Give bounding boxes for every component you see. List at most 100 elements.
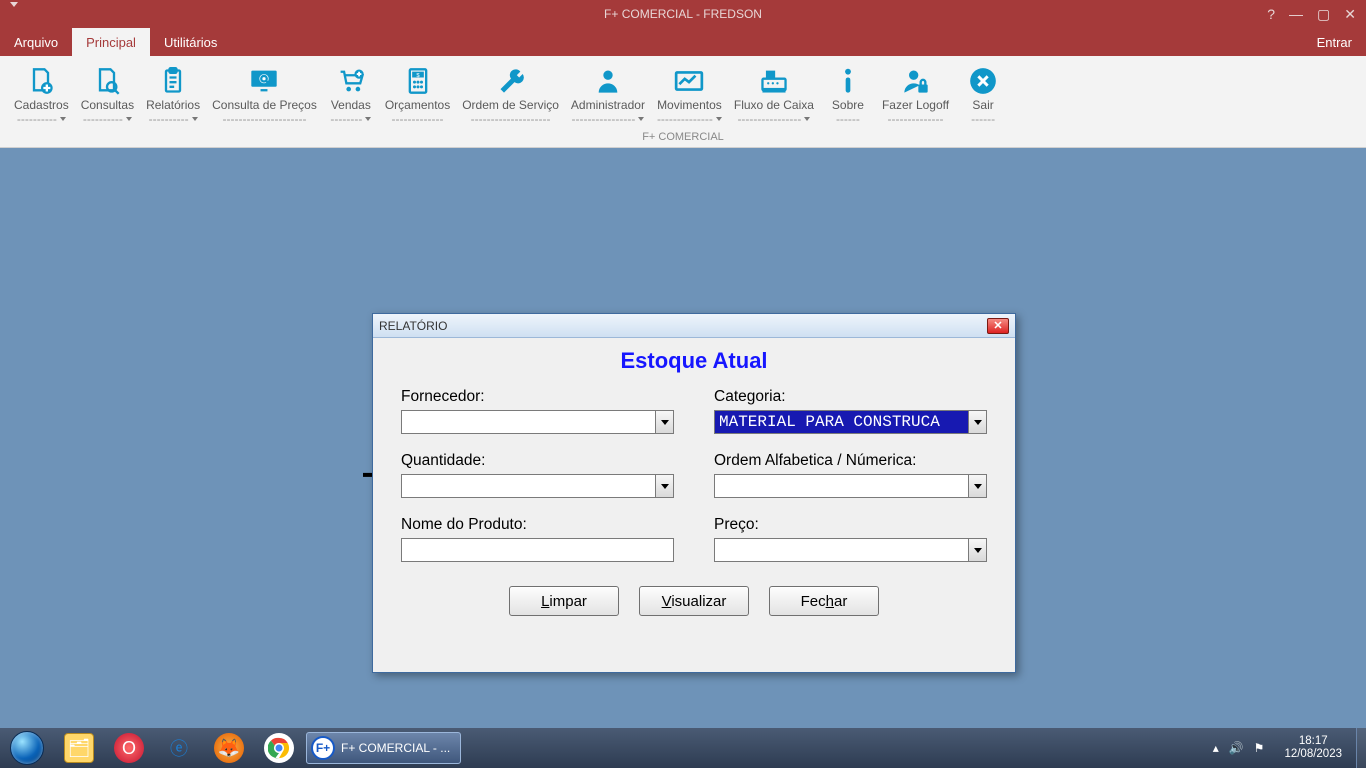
ribbon-item-sair[interactable]: Sair------ (955, 62, 1011, 128)
close-icon[interactable]: ✕ (1344, 6, 1356, 23)
label-categoria: Categoria: (714, 388, 987, 406)
tray-volume-icon[interactable]: 🔊 (1229, 741, 1244, 755)
ribbon-item-dashes[interactable]: ---------- (149, 112, 198, 126)
ribbon-item-sobre[interactable]: Sobre------ (820, 62, 876, 128)
chevron-down-icon (192, 117, 198, 121)
ribbon-item-dashes[interactable]: ---------------- (737, 112, 810, 126)
ribbon-item-dashes[interactable]: ---------- (17, 112, 66, 126)
window-titlebar: F+ COMERCIAL - FREDSON ? — ▢ ✕ (0, 0, 1366, 28)
input-nome-produto[interactable] (402, 539, 673, 561)
taskbar-app-button[interactable]: F+ F+ COMERCIAL - ... (306, 732, 461, 764)
ribbon-item-label: Consulta de Preços (212, 98, 317, 112)
tray-chevron-icon[interactable]: ▴ (1213, 741, 1219, 755)
quick-access-toolbar[interactable] (0, 7, 60, 21)
ribbon-item-movimentos[interactable]: Movimentos-------------- (651, 62, 728, 128)
chevron-down-icon (661, 420, 669, 425)
workspace: SISTEMA DE GERENCIAMENTO COMERCIAL www.f… (0, 148, 1366, 728)
ribbon-item-ordem-de-servi-o[interactable]: Ordem de Serviço-------------------- (456, 62, 565, 128)
minimize-icon[interactable]: — (1289, 6, 1303, 23)
visualizar-button[interactable]: Visualizar (639, 586, 749, 616)
dialog-titlebar[interactable]: RELATÓRIO ✕ (373, 314, 1015, 338)
search-doc-icon (93, 64, 121, 98)
dialog-close-button[interactable]: ✕ (987, 318, 1009, 334)
tab-arquivo[interactable]: Arquivo (0, 28, 72, 56)
show-desktop-button[interactable] (1356, 728, 1366, 768)
input-preco[interactable] (715, 539, 968, 561)
dropdown-button[interactable] (655, 475, 673, 497)
chevron-down-icon (804, 117, 810, 121)
input-categoria[interactable] (715, 411, 968, 433)
monitor-search-icon (249, 64, 279, 98)
ribbon-item-label: Orçamentos (385, 98, 450, 112)
ribbon-item-consulta-de-pre-os[interactable]: Consulta de Preços--------------------- (206, 62, 323, 128)
combo-quantidade[interactable] (401, 474, 674, 498)
combo-fornecedor[interactable] (401, 410, 674, 434)
tab-utilitarios[interactable]: Utilitários (150, 28, 231, 56)
plus-doc-icon (27, 64, 55, 98)
ribbon-item-dashes: -------------- (888, 112, 944, 126)
pinned-firefox[interactable]: 🦊 (204, 728, 254, 768)
ribbon-item-dashes[interactable]: -------------- (657, 112, 722, 126)
combo-ordem[interactable] (714, 474, 987, 498)
opera-icon: O (114, 733, 144, 763)
firefox-icon: 🦊 (214, 733, 244, 763)
ribbon-item-or-amentos[interactable]: $Orçamentos------------- (379, 62, 456, 128)
ribbon-item-relat-rios[interactable]: Relatórios---------- (140, 62, 206, 128)
dropdown-button[interactable] (968, 475, 986, 497)
combo-categoria[interactable] (714, 410, 987, 434)
input-quantidade[interactable] (402, 475, 655, 497)
qat-caret-icon[interactable] (10, 7, 18, 21)
textbox-nome-produto[interactable] (401, 538, 674, 562)
ribbon-item-fazer-logoff[interactable]: Fazer Logoff-------------- (876, 62, 955, 128)
ribbon-item-vendas[interactable]: Vendas-------- (323, 62, 379, 128)
chevron-down-icon (716, 117, 722, 121)
pinned-explorer[interactable]: 🗂 (54, 728, 104, 768)
ribbon-item-dashes[interactable]: -------- (330, 112, 371, 126)
chart-icon (674, 64, 704, 98)
ribbon-item-dashes: ------ (836, 112, 860, 126)
pinned-chrome[interactable] (254, 728, 304, 768)
dropdown-button[interactable] (968, 411, 986, 433)
maximize-icon[interactable]: ▢ (1317, 6, 1330, 23)
ribbon-item-consultas[interactable]: Consultas---------- (75, 62, 140, 128)
pinned-opera[interactable]: O (104, 728, 154, 768)
chevron-down-icon (661, 484, 669, 489)
start-button[interactable] (0, 728, 54, 768)
label-fornecedor: Fornecedor: (401, 388, 674, 406)
chevron-down-icon (126, 117, 132, 121)
ribbon-item-administrador[interactable]: Administrador---------------- (565, 62, 651, 128)
taskbar-clock[interactable]: 18:17 12/08/2023 (1274, 735, 1352, 761)
ribbon-item-dashes: ------ (971, 112, 995, 126)
system-tray[interactable]: ▴ 🔊 ⚑ 18:17 12/08/2023 (1203, 735, 1356, 761)
help-icon[interactable]: ? (1267, 6, 1275, 23)
ribbon-item-dashes: --------------------- (223, 112, 307, 126)
combo-preco[interactable] (714, 538, 987, 562)
menu-tabbar: Arquivo Principal Utilitários Entrar (0, 28, 1366, 56)
dropdown-button[interactable] (655, 411, 673, 433)
field-categoria: Categoria: (714, 388, 987, 434)
pinned-ie[interactable]: ⓔ (154, 728, 204, 768)
tab-principal[interactable]: Principal (72, 28, 150, 56)
windows-orb-icon (10, 731, 44, 765)
limpar-button[interactable]: Limpar (509, 586, 619, 616)
window-title: F+ COMERCIAL - FREDSON (604, 7, 762, 21)
tray-action-center-icon[interactable]: ⚑ (1254, 741, 1265, 755)
input-fornecedor[interactable] (402, 411, 655, 433)
clock-time: 18:17 (1284, 735, 1342, 748)
ribbon-item-label: Sobre (832, 98, 864, 112)
ribbon-item-dashes[interactable]: ---------- (83, 112, 132, 126)
dropdown-button[interactable] (968, 539, 986, 561)
ribbon-item-dashes[interactable]: ---------------- (571, 112, 644, 126)
input-ordem[interactable] (715, 475, 968, 497)
clock-date: 12/08/2023 (1284, 748, 1342, 761)
entrar-link[interactable]: Entrar (1303, 28, 1366, 56)
ribbon-item-label: Administrador (571, 98, 645, 112)
ribbon-item-fluxo-de-caixa[interactable]: Fluxo de Caixa---------------- (728, 62, 820, 128)
field-preco: Preço: (714, 516, 987, 562)
chrome-icon (264, 733, 294, 763)
field-fornecedor: Fornecedor: (401, 388, 674, 434)
info-icon (836, 64, 860, 98)
fechar-button[interactable]: Fechar (769, 586, 879, 616)
ribbon-item-cadastros[interactable]: Cadastros---------- (8, 62, 75, 128)
clipboard-icon (159, 64, 187, 98)
